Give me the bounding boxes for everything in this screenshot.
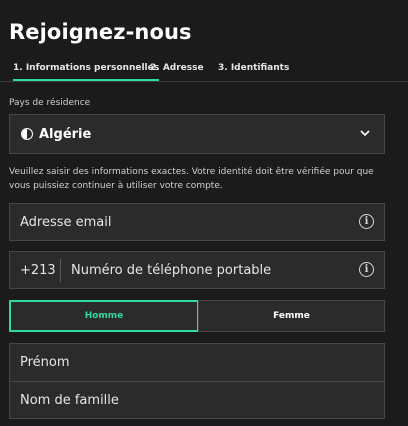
- country-selected-value: Algérie: [39, 127, 92, 142]
- phone-divider: [60, 259, 61, 282]
- name-divider: [10, 381, 384, 382]
- first-name-field[interactable]: Prénom: [20, 355, 70, 370]
- gender-female-button[interactable]: Femme: [198, 300, 385, 332]
- phone-field[interactable]: +213 Numéro de téléphone portable i: [9, 251, 385, 289]
- phone-prefix[interactable]: +213: [20, 263, 56, 278]
- residence-label: Pays de résidence: [9, 98, 91, 108]
- tab-credentials[interactable]: 3. Identifiants: [218, 63, 289, 73]
- chevron-down-icon: [360, 130, 370, 137]
- country-select[interactable]: Algérie: [9, 114, 385, 154]
- email-field[interactable]: Adresse email i: [9, 203, 385, 241]
- identity-help-text: Veuillez saisir des informations exactes…: [9, 167, 374, 191]
- step-tabs: 1. Informations personnelles 2. Adresse …: [0, 58, 408, 82]
- info-icon[interactable]: i: [359, 262, 374, 277]
- info-icon[interactable]: i: [359, 214, 374, 229]
- name-fields: Prénom Nom de famille: [9, 343, 385, 419]
- phone-placeholder: Numéro de téléphone portable: [71, 263, 272, 278]
- page-title: Rejoignez-nous: [9, 20, 192, 44]
- algeria-flag-icon: [21, 128, 33, 140]
- gender-male-button[interactable]: Homme: [9, 300, 199, 332]
- tab-address[interactable]: 2. Adresse: [150, 63, 204, 73]
- email-placeholder: Adresse email: [20, 215, 112, 230]
- last-name-field[interactable]: Nom de famille: [20, 393, 119, 408]
- tab-personal-info[interactable]: 1. Informations personnelles: [13, 63, 160, 81]
